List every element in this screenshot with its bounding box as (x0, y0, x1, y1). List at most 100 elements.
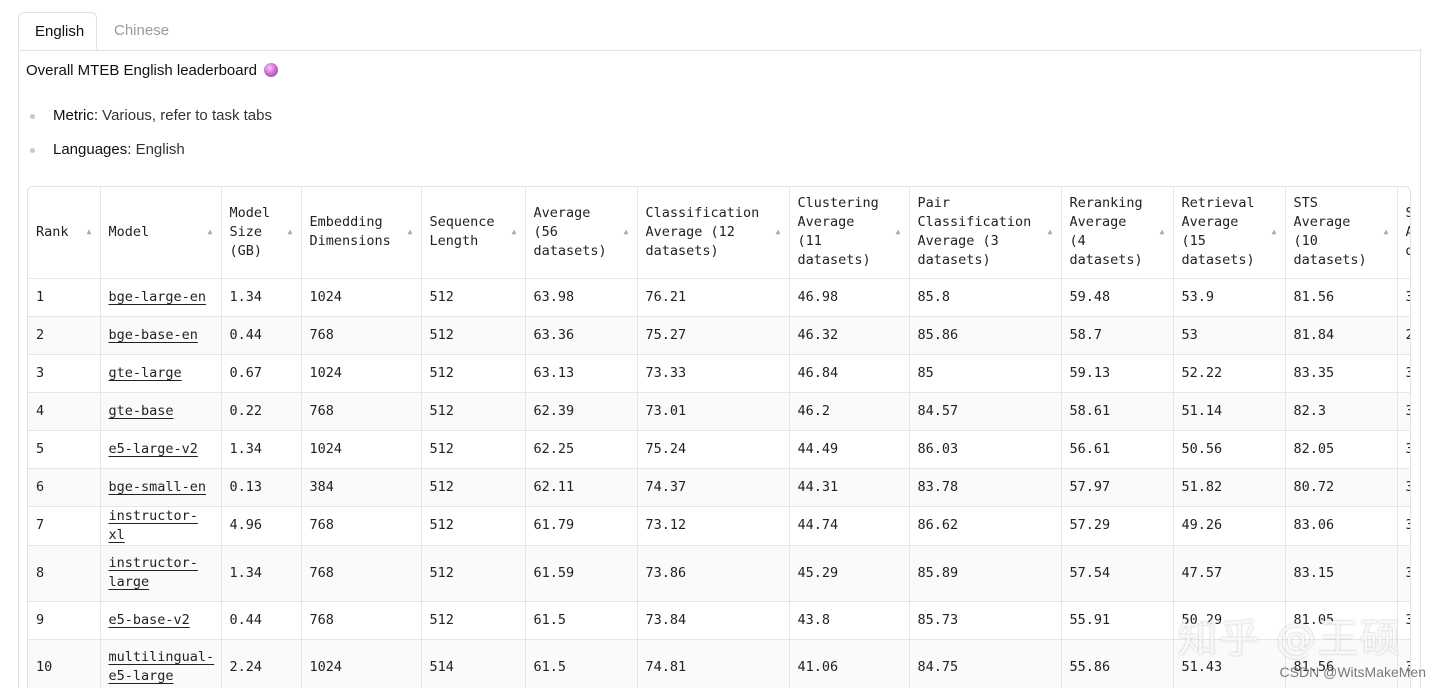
cell-sequence-length: 512 (421, 468, 526, 507)
sort-icon[interactable]: ▲ (1160, 228, 1165, 236)
cell-average: 61.79 (525, 506, 638, 546)
cell-summarization-average: 3 (1397, 392, 1410, 431)
cell-sts-average: 83.06 (1285, 506, 1398, 546)
tab-chinese[interactable]: Chinese (98, 12, 185, 49)
sort-icon[interactable]: ▲ (624, 228, 629, 236)
cell-sequence-length: 512 (421, 392, 526, 431)
column-header-pair-classification-average[interactable]: Pair Classification Average (3 datasets)… (909, 187, 1062, 279)
cell-model-size: 0.67 (221, 354, 302, 393)
tab-english[interactable]: English (18, 12, 97, 50)
table-row: 7 instructor-xl 4.96 768 512 61.79 73.12 44.74 8… (28, 506, 1410, 546)
model-link[interactable]: multilingual- e5-large (109, 649, 215, 684)
column-header-clustering-average[interactable]: Clustering Average (11 datasets) ▲ (789, 187, 910, 279)
model-link[interactable]: bge-large-en (109, 289, 207, 305)
cell-classification-average: 75.24 (637, 430, 790, 469)
cell-classification-average: 73.01 (637, 392, 790, 431)
column-header-rank[interactable]: Rank ▲ (28, 187, 101, 279)
cell-model-size: 4.96 (221, 506, 302, 546)
cell-sts-average: 82.05 (1285, 430, 1398, 469)
table-row: 5 e5-large-v2 1.34 1024 512 62.25 75.24 44.49 86… (28, 430, 1410, 469)
cell-model: bge-large-en (100, 278, 222, 317)
table-header-row: Rank ▲ Model ▲ Model Size (GB) ▲ Embedding Dim… (28, 187, 1411, 279)
watermark-text: 知乎 @王硕 (1177, 616, 1402, 662)
cell-summarization-average: 3 (1397, 354, 1410, 393)
cell-sts-average: 81.56 (1285, 278, 1398, 317)
cell-model-size: 0.22 (221, 392, 302, 431)
model-link[interactable]: gte-base (109, 403, 174, 419)
column-header-label: Model (108, 223, 150, 240)
sort-icon[interactable]: ▲ (1048, 228, 1053, 236)
column-header-model[interactable]: Model ▲ (100, 187, 222, 279)
cell-summarization-average: 2 (1397, 316, 1410, 355)
cell-sts-average: 83.35 (1285, 354, 1398, 393)
cell-average: 63.36 (525, 316, 638, 355)
cell-pair-classification-average: 85.73 (909, 601, 1062, 640)
cell-average: 61.5 (525, 601, 638, 640)
cell-embedding-dimensions: 768 (301, 545, 422, 602)
sort-icon[interactable]: ▲ (1384, 228, 1389, 236)
cell-pair-classification-average: 83.78 (909, 468, 1062, 507)
model-link[interactable]: bge-small-en (109, 479, 207, 495)
column-header-label: Embedding Dimensions (309, 214, 391, 250)
model-link[interactable]: instructor-xl (109, 508, 198, 543)
cell-model: e5-base-v2 (100, 601, 222, 640)
cell-sequence-length: 512 (421, 601, 526, 640)
cell-model: bge-base-en (100, 316, 222, 355)
cell-rank: 9 (28, 601, 101, 640)
sort-icon[interactable]: ▲ (776, 228, 781, 236)
cell-pair-classification-average: 85.86 (909, 316, 1062, 355)
model-link[interactable]: e5-base-v2 (109, 612, 190, 628)
cell-sts-average: 80.72 (1285, 468, 1398, 507)
cell-model: instructor-xl (100, 506, 222, 546)
column-header-label: Rank (36, 223, 69, 240)
cell-clustering-average: 44.74 (789, 506, 910, 546)
cell-model: gte-base (100, 392, 222, 431)
cell-classification-average: 73.33 (637, 354, 790, 393)
column-header-label: Clustering Average (11 datasets) (797, 195, 879, 269)
column-header-label: S A d (1406, 204, 1411, 261)
sort-icon[interactable]: ▲ (288, 228, 293, 236)
cell-classification-average: 75.27 (637, 316, 790, 355)
table-row: 8 instructor- large 1.34 768 512 61.59 73.86 45… (28, 545, 1410, 602)
column-header-embedding-dimensions[interactable]: Embedding Dimensions ▲ (301, 187, 422, 279)
column-header-classification-average[interactable]: Classification Average (12 datasets) ▲ (637, 187, 790, 279)
sort-icon[interactable]: ▲ (896, 228, 901, 236)
metric-label: Metric: (53, 107, 98, 124)
cell-classification-average: 74.81 (637, 639, 790, 688)
model-link[interactable]: gte-large (109, 365, 182, 381)
column-header-sts-average[interactable]: STS Average (10 datasets) ▲ (1285, 187, 1398, 279)
sort-icon[interactable]: ▲ (1272, 228, 1277, 236)
cell-pair-classification-average: 84.75 (909, 639, 1062, 688)
cell-clustering-average: 45.29 (789, 545, 910, 602)
column-header-retrieval-average[interactable]: Retrieval Average (15 datasets) ▲ (1173, 187, 1286, 279)
leaderboard-page: English Chinese Overall MTEB English lea… (0, 0, 1440, 688)
sort-icon[interactable]: ▲ (87, 228, 92, 236)
cell-average: 62.11 (525, 468, 638, 507)
metric-value: Various, refer to task tabs (102, 107, 272, 124)
model-link[interactable]: instructor- large (109, 555, 198, 590)
column-header-reranking-average[interactable]: Reranking Average (4 datasets) ▲ (1061, 187, 1174, 279)
languages-value: English (135, 141, 185, 158)
sort-icon[interactable]: ▲ (408, 228, 413, 236)
cell-rank: 3 (28, 354, 101, 393)
cell-rank: 4 (28, 392, 101, 431)
cell-clustering-average: 46.32 (789, 316, 910, 355)
cell-reranking-average: 57.54 (1061, 545, 1174, 602)
column-header-label: Reranking Average (4 datasets) (1069, 195, 1143, 269)
column-header-model-size[interactable]: Model Size (GB) ▲ (221, 187, 302, 279)
model-link[interactable]: bge-base-en (109, 327, 198, 343)
sort-icon[interactable]: ▲ (208, 228, 213, 236)
cell-average: 62.25 (525, 430, 638, 469)
column-header-summarization-average[interactable]: S A d▲ (1397, 187, 1411, 279)
column-header-label: STS Average (10 datasets) (1293, 195, 1367, 269)
table-row: 6 bge-small-en 0.13 384 512 62.11 74.37 44.31 83… (28, 468, 1410, 507)
model-link[interactable]: e5-large-v2 (109, 441, 198, 457)
leaderboard-title: Overall MTEB English leaderboard (26, 62, 279, 79)
column-header-sequence-length[interactable]: Sequence Length ▲ (421, 187, 526, 279)
cell-retrieval-average: 49.26 (1173, 506, 1286, 546)
column-header-label: Retrieval Average (15 datasets) (1181, 195, 1255, 269)
sort-icon[interactable]: ▲ (512, 228, 517, 236)
column-header-label: Model Size (GB) (229, 204, 271, 259)
cell-classification-average: 76.21 (637, 278, 790, 317)
column-header-average[interactable]: Average (56 datasets) ▲ (525, 187, 638, 279)
